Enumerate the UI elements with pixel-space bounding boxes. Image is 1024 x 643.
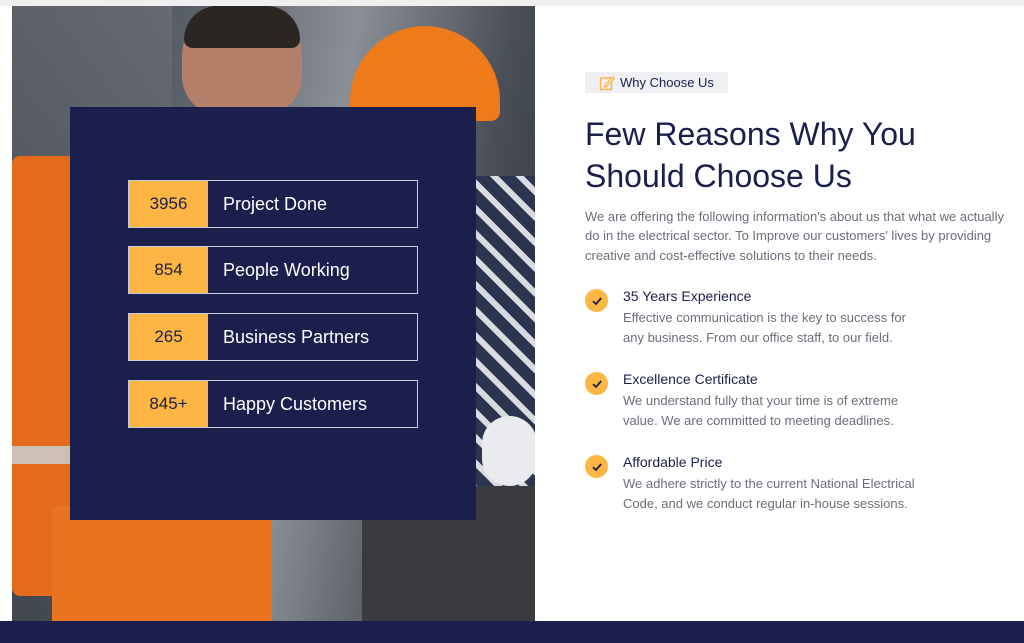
- feature-description: We understand fully that your time is of…: [623, 391, 963, 431]
- feature-desc-line: We adhere strictly to the current Nation…: [623, 476, 915, 491]
- check-circle-icon: [585, 289, 608, 312]
- feature-description: Effective communication is the key to su…: [623, 308, 963, 348]
- stat-label: People Working: [223, 259, 350, 280]
- photo-safety-vest-lower: [52, 506, 272, 621]
- feature-desc-line: any business. From our office staff, to …: [623, 330, 893, 345]
- section-intro: We are offering the following informatio…: [585, 208, 1004, 263]
- feature-item: 35 Years Experience Effective communicat…: [585, 288, 1005, 371]
- stat-label: Project Done: [223, 193, 328, 214]
- feature-description: We adhere strictly to the current Nation…: [623, 474, 963, 514]
- stat-number: 265: [129, 314, 208, 360]
- feature-desc-line: value. We are committed to meeting deadl…: [623, 413, 894, 428]
- heading-line-1: Few Reasons Why You: [585, 115, 916, 152]
- feature-title: Affordable Price: [623, 454, 723, 470]
- stat-number: 854: [129, 247, 208, 293]
- stat-row-projects: 3956 Project Done: [128, 180, 418, 228]
- feature-desc-line: Effective communication is the key to su…: [623, 310, 906, 325]
- section-badge: Why Choose Us: [585, 72, 728, 93]
- stat-row-people: 854 People Working: [128, 246, 418, 294]
- stat-number: 845+: [129, 381, 208, 427]
- feature-title: 35 Years Experience: [623, 288, 752, 304]
- stat-row-partners: 265 Business Partners: [128, 313, 418, 361]
- heading-line-2: Should Choose Us: [585, 157, 852, 194]
- check-circle-icon: [585, 455, 608, 478]
- section-heading: Few Reasons Why You Should Choose Us: [585, 113, 1020, 197]
- feature-list: 35 Years Experience Effective communicat…: [585, 288, 1005, 537]
- photo-blueprint-roll: [482, 416, 535, 486]
- why-choose-us-section: Why Choose Us Few Reasons Why You Should…: [585, 72, 1020, 265]
- feature-title: Excellence Certificate: [623, 371, 758, 387]
- pencil-edit-icon: [599, 75, 616, 91]
- stat-row-customers: 845+ Happy Customers: [128, 380, 418, 428]
- stat-number: 3956: [129, 181, 208, 227]
- stat-label: Business Partners: [223, 326, 370, 347]
- check-circle-icon: [585, 372, 608, 395]
- footer-bar: [0, 621, 1024, 643]
- photo-worker-hair: [184, 6, 300, 48]
- feature-item: Affordable Price We adhere strictly to t…: [585, 454, 1005, 537]
- badge-label: Why Choose Us: [620, 75, 714, 90]
- feature-item: Excellence Certificate We understand ful…: [585, 371, 1005, 454]
- stats-panel: 3956 Project Done 854 People Working 265…: [70, 107, 476, 520]
- stat-label: Happy Customers: [223, 393, 368, 414]
- feature-desc-line: Code, and we conduct regular in-house se…: [623, 496, 908, 511]
- feature-desc-line: We understand fully that your time is of…: [623, 393, 899, 408]
